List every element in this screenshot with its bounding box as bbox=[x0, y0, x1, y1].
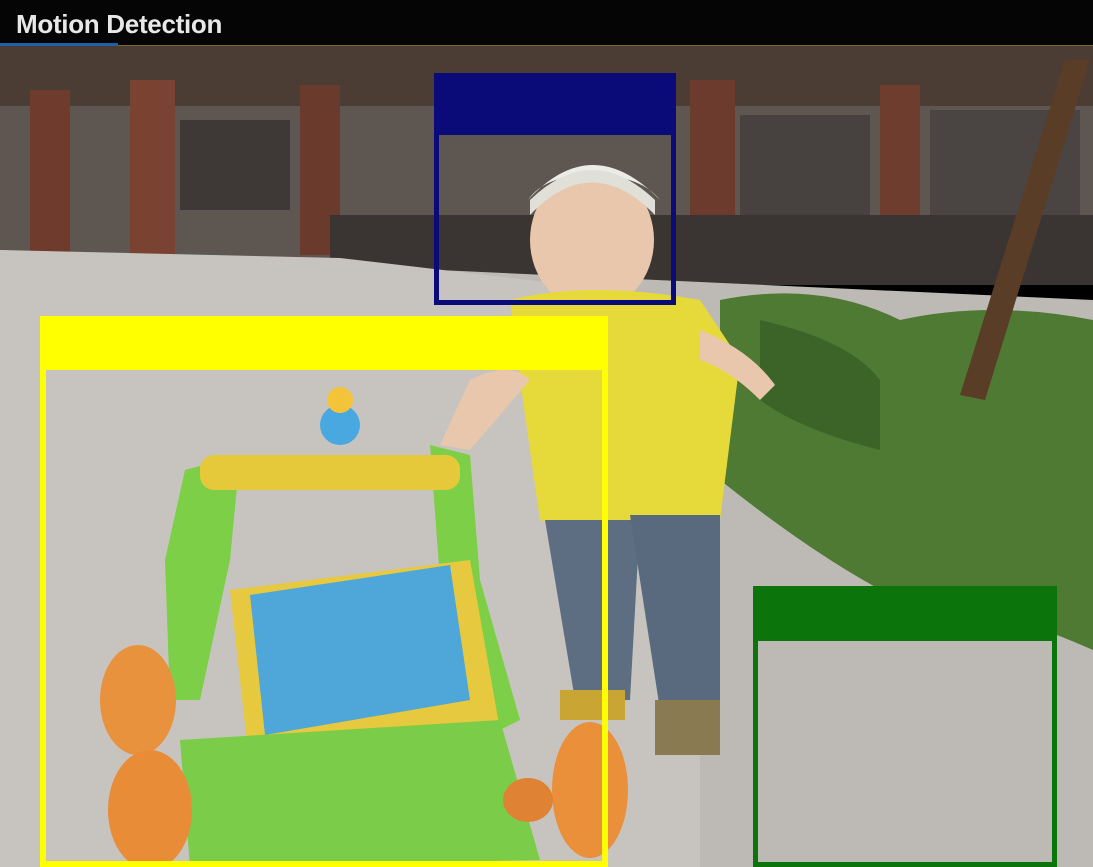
motion-zone-2[interactable] bbox=[40, 316, 608, 867]
motion-zone-3[interactable] bbox=[753, 586, 1057, 867]
motion-zone-3-band bbox=[758, 591, 1052, 641]
motion-detection-window: Motion Detection bbox=[0, 0, 1093, 867]
window-dark bbox=[740, 115, 870, 215]
title-bar: Motion Detection bbox=[0, 0, 1093, 46]
motion-zone-2-band bbox=[46, 322, 602, 370]
window-dark bbox=[180, 120, 290, 210]
motion-zone-1[interactable] bbox=[434, 73, 676, 305]
window-title: Motion Detection bbox=[16, 9, 223, 39]
motion-zone-1-band bbox=[439, 78, 671, 135]
child-shoe bbox=[655, 700, 720, 755]
pillar bbox=[30, 90, 70, 260]
pillar bbox=[130, 80, 175, 260]
